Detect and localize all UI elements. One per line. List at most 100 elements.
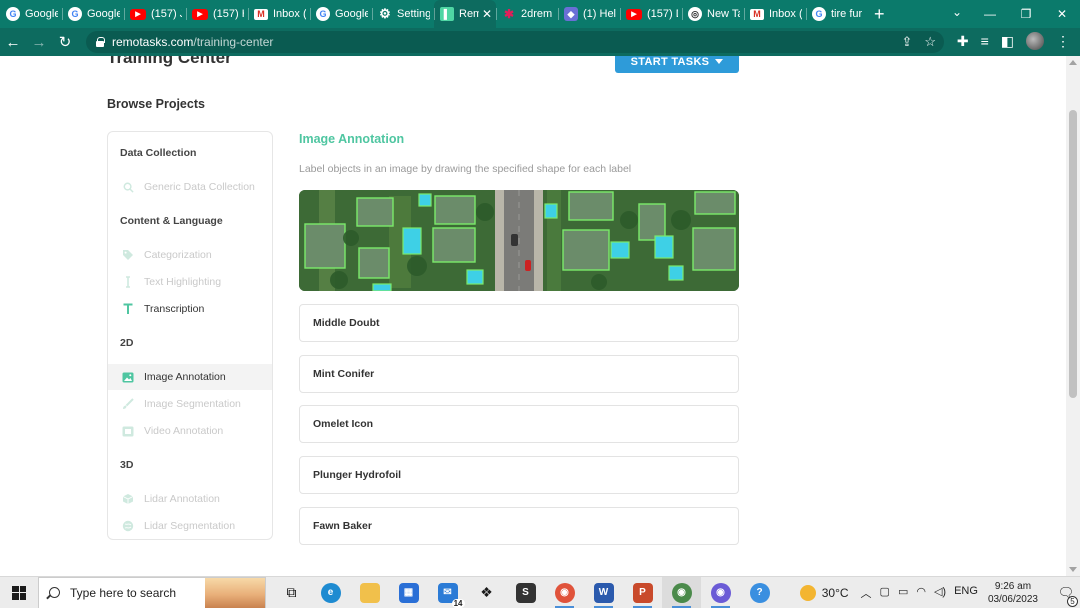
tab-title: (157) J xyxy=(151,8,182,20)
taskbar-dropbox[interactable]: ❖ xyxy=(467,577,506,608)
google-icon: G xyxy=(68,7,82,21)
project-card-plunger-hydrofoil[interactable]: Plunger Hydrofoil xyxy=(299,456,739,494)
url-path: /training-center xyxy=(193,35,274,49)
sidebar-item-label: Lidar Annotation xyxy=(144,493,220,505)
mail-icon: ✉ 14 xyxy=(437,582,465,608)
taskbar-chrome-profile-3[interactable]: ◉ xyxy=(701,577,740,608)
sidebar-item-image-segmentation: Image Segmentation xyxy=(108,391,272,417)
word-icon: W xyxy=(593,582,614,603)
browser-tab[interactable]: ✱ 2drem xyxy=(496,0,558,28)
url-text: remotasks.com/training-center xyxy=(112,35,273,49)
project-card-mint-conifer[interactable]: Mint Conifer xyxy=(299,355,739,393)
chevron-up-icon[interactable]: ︿ xyxy=(861,585,872,601)
edge-icon: e xyxy=(320,582,341,603)
browser-tab[interactable]: G Google xyxy=(62,0,124,28)
section-2d: 2D xyxy=(120,337,134,349)
lock-icon[interactable] xyxy=(96,37,105,47)
close-tab-icon[interactable]: ✕ xyxy=(479,7,492,21)
address-bar[interactable]: remotasks.com/training-center ⇪ ☆ xyxy=(86,31,944,53)
store-bag-icon: ▦ xyxy=(398,582,419,603)
scroll-down-arrow-icon[interactable] xyxy=(1069,567,1077,572)
category-description: Label objects in an image by drawing the… xyxy=(299,163,632,175)
scroll-up-arrow-icon[interactable] xyxy=(1069,60,1077,65)
new-tab-plus-icon[interactable]: + xyxy=(874,4,885,25)
sidebar-item-image-annotation[interactable]: Image Annotation xyxy=(108,364,272,390)
sidebar-item-transcription[interactable]: Transcription xyxy=(108,296,272,322)
wifi-icon[interactable]: ◠ xyxy=(916,585,926,601)
browser-tab[interactable]: M Inbox ( xyxy=(744,0,806,28)
side-panel-icon[interactable]: ◧ xyxy=(1001,33,1014,50)
taskbar-store[interactable]: ▦ xyxy=(389,577,428,608)
windows-taskbar: Type here to search ⧉ e ▦ ✉ 14 ❖ S ◉ W P … xyxy=(0,576,1080,608)
bookmark-star-icon[interactable]: ☆ xyxy=(924,34,936,50)
tab-title: Google xyxy=(87,8,120,20)
browser-tab[interactable]: G Google xyxy=(310,0,372,28)
forward-arrow-icon[interactable]: → xyxy=(26,34,52,51)
sidebar-item-label: Image Segmentation xyxy=(144,398,241,410)
task-view-button[interactable]: ⧉ xyxy=(272,577,311,608)
reading-list-icon[interactable]: ≡ xyxy=(981,33,989,49)
taskbar-clock[interactable]: 9:26 am 03/06/2023 xyxy=(988,580,1038,606)
browser-tab[interactable]: M Inbox ( xyxy=(248,0,310,28)
taskbar-word[interactable]: W xyxy=(584,577,623,608)
brush-icon xyxy=(122,398,134,410)
gmail-icon: M xyxy=(750,8,764,20)
browser-tab[interactable]: G Google xyxy=(0,0,62,28)
taskbar-search-box[interactable]: Type here to search xyxy=(38,576,266,608)
browser-tab[interactable]: ◆ (1) Hel xyxy=(558,0,620,28)
page-scrollbar[interactable] xyxy=(1066,56,1080,576)
restore-icon[interactable]: ❐ xyxy=(1008,7,1044,21)
meet-now-icon[interactable]: ▢ xyxy=(880,585,890,601)
menu-kebab-icon[interactable]: ⋮ xyxy=(1056,33,1070,50)
tab-search-chevron-icon[interactable]: ⌄ xyxy=(952,5,962,19)
browser-tab[interactable]: ▶ (157) H xyxy=(186,0,248,28)
scrollbar-thumb[interactable] xyxy=(1069,110,1077,398)
share-icon[interactable]: ⇪ xyxy=(901,34,912,50)
taskbar-help[interactable]: ? xyxy=(740,577,779,608)
start-tasks-button[interactable]: START TASKS xyxy=(615,56,739,73)
browser-tab[interactable]: ⚙ Setting xyxy=(372,0,434,28)
section-3d: 3D xyxy=(120,459,134,471)
taskbar-chrome-profile-2[interactable]: ◉ xyxy=(662,576,701,608)
image-icon xyxy=(122,371,134,383)
close-window-icon[interactable]: ✕ xyxy=(1044,7,1080,21)
youtube-icon: ▶ xyxy=(626,8,642,20)
volume-icon[interactable]: ◁) xyxy=(934,585,946,601)
powerpoint-icon: P xyxy=(632,582,653,603)
notifications-button[interactable]: 🗨 5 xyxy=(1052,585,1080,607)
taskbar-chrome-profile-1[interactable]: ◉ xyxy=(545,577,584,608)
youtube-icon: ▶ xyxy=(192,8,208,20)
browser-tab-active[interactable]: ▌ Rem ✕ xyxy=(434,0,496,28)
taskbar-sublime[interactable]: S xyxy=(506,577,545,608)
project-card-fawn-baker[interactable]: Fawn Baker xyxy=(299,507,739,545)
aerial-annotation-banner-image xyxy=(299,190,739,291)
profile-avatar[interactable] xyxy=(1026,32,1044,50)
browser-tab[interactable]: ▶ (157) D xyxy=(620,0,682,28)
taskbar-edge[interactable]: e xyxy=(311,577,350,608)
battery-icon[interactable]: ▭ xyxy=(898,585,908,601)
browser-toolbar: ← → ↻ remotasks.com/training-center ⇪ ☆ … xyxy=(0,28,1080,56)
start-tasks-label: START TASKS xyxy=(630,56,710,68)
minimize-icon[interactable]: — xyxy=(972,7,1008,21)
clock-time: 9:26 am xyxy=(994,581,1032,592)
sidebar-item-video-annotation: Video Annotation xyxy=(108,418,272,444)
browser-tab[interactable]: ◎ New Ta xyxy=(682,0,744,28)
sidebar-item-categorization: Categorization xyxy=(108,242,272,268)
project-card-middle-doubt[interactable]: Middle Doubt xyxy=(299,304,739,342)
language-indicator[interactable]: ENG xyxy=(954,585,978,601)
browser-tab[interactable]: ▶ (157) J xyxy=(124,0,186,28)
tab-title: Setting xyxy=(397,8,430,20)
windows-start-button[interactable] xyxy=(0,577,38,608)
extensions-puzzle-icon[interactable]: ✚ xyxy=(957,33,969,50)
browser-tab[interactable]: Gtire fur xyxy=(806,0,868,28)
taskbar-file-explorer[interactable] xyxy=(350,577,389,608)
taskbar-mail[interactable]: ✉ 14 xyxy=(428,577,467,608)
search-icon xyxy=(49,587,60,598)
taskbar-powerpoint[interactable]: P xyxy=(623,577,662,608)
project-card-omelet-icon[interactable]: Omelet Icon xyxy=(299,405,739,443)
weather-widget[interactable]: 30°C xyxy=(799,585,849,601)
reload-icon[interactable]: ↻ xyxy=(52,33,78,51)
sidebar-item-label: Video Annotation xyxy=(144,425,224,437)
search-icon xyxy=(122,181,134,193)
back-arrow-icon[interactable]: ← xyxy=(0,34,26,51)
